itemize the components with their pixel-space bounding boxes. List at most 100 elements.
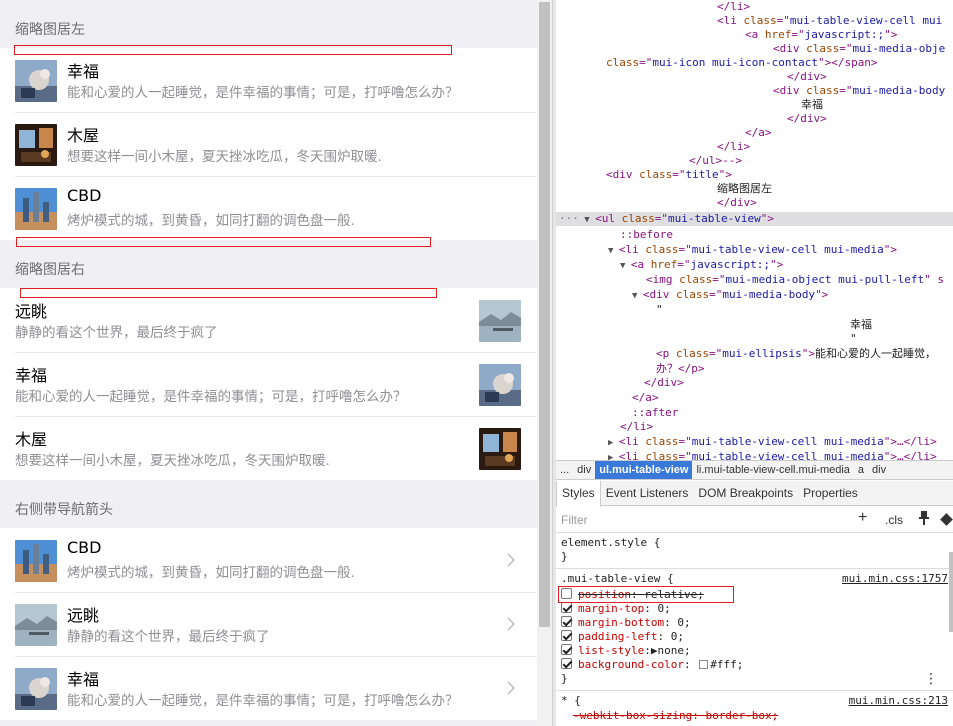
dom-node[interactable]: <div class="mui-media-body <box>556 84 953 98</box>
new-rule-button[interactable]: + <box>858 509 867 527</box>
attr-name: class <box>679 273 713 286</box>
table-view: 幸福 能和心爱的人一起睡觉，是件幸福的事情；可是，打呼噜怎么办？ 木屋 想要这样… <box>0 48 537 240</box>
dom-node[interactable]: </div> <box>556 70 953 84</box>
dom-text-node[interactable]: 幸福 <box>556 98 953 112</box>
breadcrumb-item-selected[interactable]: ul.mui-table-view <box>595 461 693 479</box>
collapse-triangle-icon[interactable]: ▼ <box>632 291 643 301</box>
devtools-panel: </li> <li class="mui-table-view-cell mui… <box>556 0 953 726</box>
checkbox[interactable] <box>561 658 572 669</box>
preview-scrollbar-thumb[interactable] <box>539 2 550 627</box>
breadcrumb-item[interactable]: div <box>573 461 595 479</box>
rule-selector[interactable]: element.style { <box>561 536 953 550</box>
collapse-triangle-icon[interactable]: ▼ <box>579 215 595 225</box>
dom-node[interactable]: <a href="javascript:;"> <box>556 28 953 42</box>
dom-text-node[interactable]: 幸福 <box>556 318 953 332</box>
attr-value: mui-table-view <box>668 212 761 225</box>
dom-pseudo[interactable]: ::before <box>556 228 953 242</box>
attr-value: mui-media-body <box>722 288 816 301</box>
dom-text-node[interactable]: " <box>556 303 953 317</box>
dom-node[interactable]: </div> <box>556 196 953 210</box>
css-property-row[interactable]: margin-top: 0; <box>561 602 953 616</box>
tag-text: <li <box>618 243 646 256</box>
item-title: 远眺 <box>67 606 100 625</box>
item-description: 烤炉模式的城，到黄昏，如同打翻的调色盘一般. <box>67 565 355 581</box>
dom-node[interactable]: 办？</p> <box>556 362 953 376</box>
dom-node[interactable]: </a> <box>556 391 953 405</box>
checkbox[interactable] <box>561 616 572 627</box>
filter-input[interactable]: Filter <box>561 513 588 527</box>
cls-toggle-button[interactable]: .cls <box>885 513 903 527</box>
dom-node[interactable]: class="mui-icon mui-icon-contact"></span… <box>556 56 953 70</box>
tab-styles[interactable]: Styles <box>556 481 601 507</box>
checkbox[interactable] <box>561 644 572 655</box>
list-item[interactable]: 幸福 能和心爱的人一起睡觉，是件幸福的事情；可是，打呼噜怎么办？ <box>0 656 537 720</box>
dom-node[interactable]: </li> <box>556 420 953 434</box>
item-title: 幸福 <box>15 366 48 385</box>
dom-node-selected[interactable]: ··· ▼ <ul class="mui-table-view"> <box>556 212 953 226</box>
dom-pseudo[interactable]: ::after <box>556 406 953 420</box>
dom-node[interactable]: </div> <box>556 112 953 126</box>
attr-value: mui-icon mui-icon-contact <box>652 56 818 69</box>
dom-node[interactable]: ▼ <a href="javascript:;"> <box>556 258 953 272</box>
checkbox[interactable] <box>561 630 572 641</box>
css-property-row[interactable]: margin-bottom: 0; <box>561 616 953 630</box>
expand-triangle-icon[interactable]: ▶ <box>608 438 619 448</box>
list-item[interactable]: 幸福 能和心爱的人一起睡觉，是件幸福的事情；可是，打呼噜怎么办？ <box>0 48 537 112</box>
tag-text: <li <box>618 435 646 448</box>
css-property-row[interactable]: background-color: #fff; <box>561 658 953 672</box>
dom-node[interactable]: <div class="mui-media-obje <box>556 42 953 56</box>
tag-text: <img <box>646 273 680 286</box>
elements-tree: </li> <li class="mui-table-view-cell mui… <box>556 0 953 460</box>
dom-node[interactable]: <div class="title"> <box>556 168 953 182</box>
checkbox[interactable] <box>561 602 572 613</box>
collapse-triangle-icon[interactable]: ▼ <box>620 261 631 271</box>
attr-name: class <box>806 84 840 97</box>
list-item[interactable]: 木屋 想要这样一间小木屋，夏天挫冰吃瓜，冬天围炉取暖. <box>0 416 537 480</box>
dom-node[interactable]: </div> <box>556 376 953 390</box>
dom-node[interactable]: <img class="mui-media-object mui-pull-le… <box>556 273 953 287</box>
tag-text: </li> <box>620 420 654 433</box>
dom-node[interactable]: </li> <box>556 140 953 154</box>
dom-text-node[interactable]: 缩略图居左 <box>556 182 953 196</box>
css-property-row[interactable]: list-style:▶none; <box>561 644 953 658</box>
more-options-icon[interactable]: ⋮ <box>924 671 938 687</box>
pin-icon[interactable] <box>919 511 929 525</box>
breadcrumb-item[interactable]: a <box>854 461 868 479</box>
mobile-preview: 缩略图居左 幸福 能和心爱的人一起睡觉，是件幸福的事情；可是，打呼噜怎么办？ 木… <box>0 0 537 726</box>
dom-node[interactable]: <p class="mui-ellipsis">能和心爱的人一起睡觉， <box>556 347 953 361</box>
list-item[interactable]: 远眺 静静的看这个世界，最后终于疯了 <box>0 592 537 656</box>
dom-node[interactable]: ▼ <div class="mui-media-body"> <box>556 288 953 302</box>
breadcrumb-item[interactable]: li.mui-table-view-cell.mui-media <box>692 461 853 479</box>
collapse-triangle-icon[interactable]: ▼ <box>608 246 619 256</box>
dom-node[interactable]: ▼ <li class="mui-table-view-cell mui-med… <box>556 243 953 257</box>
css-property-row[interactable]: -webkit-box-sizing: border-box; <box>561 709 953 723</box>
dom-comment[interactable]: </ul>--> <box>556 154 953 168</box>
tab-dom-breakpoints[interactable]: DOM Breakpoints <box>693 481 798 505</box>
tab-properties[interactable]: Properties <box>798 481 863 505</box>
source-link[interactable]: mui.min.css:1757 <box>842 572 948 585</box>
dom-node[interactable]: ▶ <li class="mui-table-view-cell mui-med… <box>556 435 953 449</box>
expand-triangle-icon[interactable]: ▶ <box>608 453 619 460</box>
tag-text: =" <box>776 14 790 27</box>
section-title: 缩略图居右 <box>15 262 85 278</box>
list-item[interactable]: CBD 烤炉模式的城，到黄昏，如同打翻的调色盘一般. <box>0 528 537 592</box>
breadcrumb-item[interactable]: ... <box>556 461 573 479</box>
css-property-row[interactable]: padding-left: 0; <box>561 630 953 644</box>
tab-event-listeners[interactable]: Event Listeners <box>601 481 694 505</box>
more-icon[interactable]: ··· <box>559 212 579 225</box>
color-swatch[interactable] <box>699 660 709 669</box>
dom-text-node[interactable]: " <box>556 332 953 346</box>
section-title: 缩略图居左 <box>15 22 85 38</box>
computed-toggle-icon[interactable] <box>940 513 953 526</box>
dom-node[interactable]: </a> <box>556 126 953 140</box>
dom-node[interactable]: ▶ <li class="mui-table-view-cell mui-med… <box>556 450 953 460</box>
list-item[interactable]: 木屋 想要这样一间小木屋，夏天挫冰吃瓜，冬天围炉取暖. <box>0 112 537 176</box>
list-item[interactable]: CBD 烤炉模式的城，到黄昏，如同打翻的调色盘一般. <box>0 176 537 240</box>
list-item[interactable]: 幸福 能和心爱的人一起睡觉，是件幸福的事情；可是，打呼噜怎么办？ <box>0 352 537 416</box>
breadcrumb-item[interactable]: div <box>868 461 890 479</box>
source-link[interactable]: mui.min.css:213 <box>849 694 948 707</box>
dom-node[interactable]: <li class="mui-table-view-cell mui <box>556 14 953 28</box>
item-description: 能和心爱的人一起睡觉，是件幸福的事情；可是，打呼噜怎么办？ <box>15 389 407 405</box>
styles-scrollbar[interactable] <box>949 552 953 632</box>
dom-node[interactable]: </li> <box>556 0 953 14</box>
